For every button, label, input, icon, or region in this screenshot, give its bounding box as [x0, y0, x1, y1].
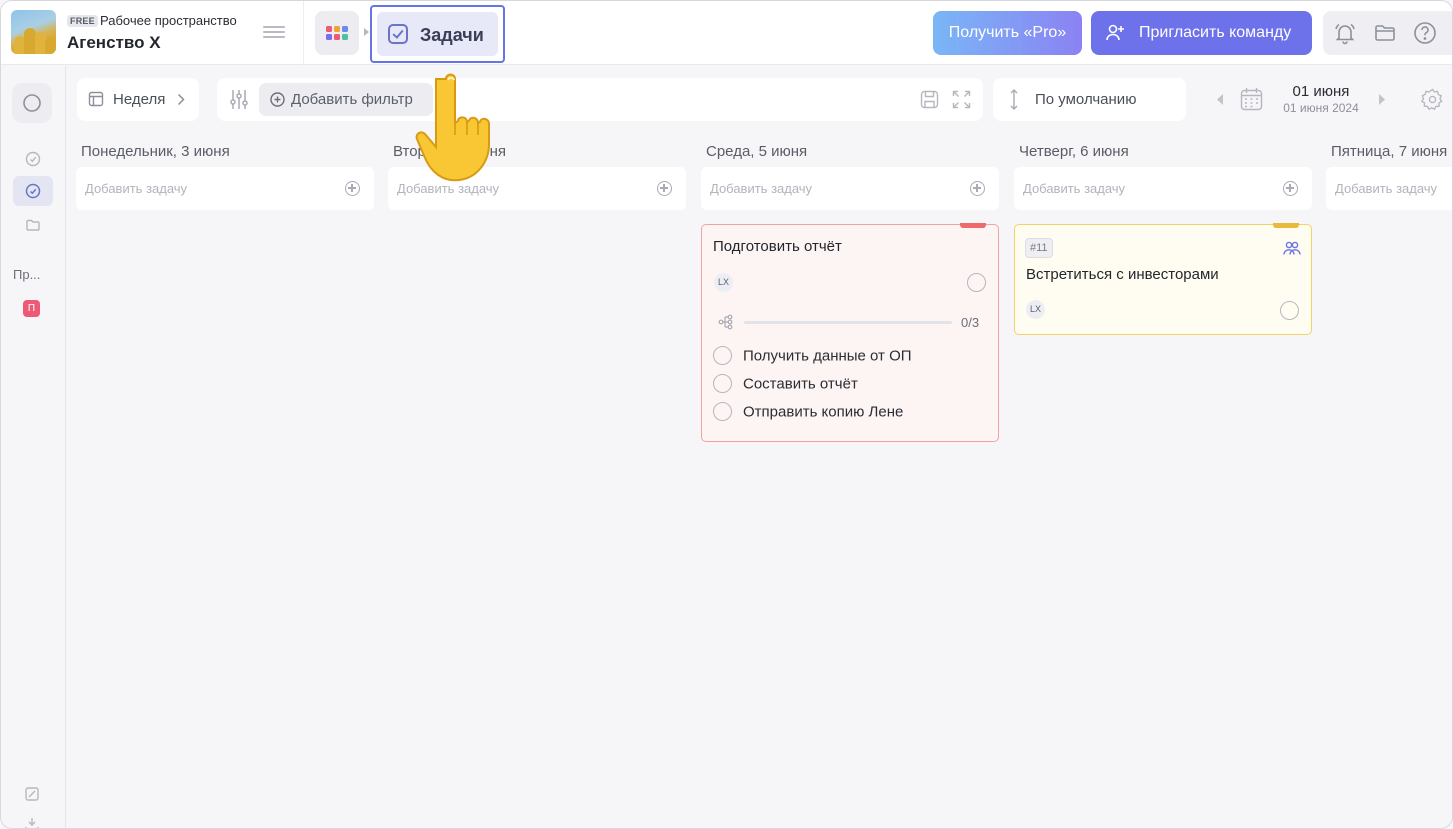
- save-icon[interactable]: [920, 90, 939, 109]
- folder-icon: [26, 219, 40, 231]
- current-date[interactable]: 01 июня: [1261, 83, 1381, 100]
- workspace-name[interactable]: Агенство Х: [67, 33, 161, 53]
- next-date-icon[interactable]: [1378, 94, 1385, 105]
- expand-icon[interactable]: [952, 90, 971, 109]
- plus-circle-icon: [270, 92, 285, 107]
- filter-bar: Добавить фильтр: [217, 78, 983, 121]
- subtask-item[interactable]: Отправить копию Лене: [713, 402, 904, 422]
- column-title-monday: Понедельник, 3 июня: [81, 143, 230, 160]
- subtask-label: Получить данные от ОП: [743, 347, 912, 365]
- left-sidebar: Пр... П: [1, 66, 66, 829]
- sort-arrows-icon: [1010, 89, 1018, 110]
- header-icons: [1323, 11, 1452, 55]
- calendar-icon[interactable]: [1240, 87, 1263, 111]
- sliders-icon[interactable]: [229, 89, 249, 110]
- sidebar-project-badge[interactable]: П: [23, 300, 40, 317]
- task-number-tag: #11: [1025, 238, 1053, 258]
- sidebar-section-projects[interactable]: Пр...: [13, 267, 40, 282]
- complete-task-checkbox[interactable]: [1280, 301, 1299, 320]
- add-task-wednesday[interactable]: Добавить задачу: [701, 167, 999, 210]
- invite-team-label: Пригласить команду: [1139, 24, 1292, 41]
- workspace-label: Рабочее пространство: [100, 13, 237, 28]
- task-card-investors[interactable]: #11 Встретиться с инвесторами LX: [1014, 223, 1312, 335]
- gear-icon[interactable]: [1421, 88, 1444, 111]
- notes-icon[interactable]: [24, 786, 40, 802]
- subtask-checkbox[interactable]: [713, 374, 732, 393]
- check-circle-icon: [25, 151, 41, 167]
- subtask-checkbox[interactable]: [713, 402, 732, 421]
- menu-icon[interactable]: [263, 23, 285, 43]
- apps-grid-icon: [326, 26, 348, 40]
- priority-flag: [1273, 223, 1299, 228]
- current-date-full: 01 июня 2024: [1283, 101, 1359, 115]
- add-task-placeholder: Добавить задачу: [710, 181, 813, 196]
- add-task-thursday[interactable]: Добавить задачу: [1014, 167, 1312, 210]
- help-icon[interactable]: [1413, 21, 1437, 45]
- sidebar-item-done[interactable]: [13, 144, 53, 174]
- bell-icon[interactable]: [1333, 21, 1357, 45]
- prev-date-icon[interactable]: [1217, 94, 1224, 105]
- add-task-placeholder: Добавить задачу: [1023, 181, 1126, 196]
- check-square-icon: [388, 24, 408, 44]
- tab-tasks-bg: Задачи: [377, 12, 498, 56]
- add-task-monday[interactable]: Добавить задачу: [76, 167, 374, 210]
- column-title-thursday: Четверг, 6 июня: [1019, 143, 1129, 160]
- subtasks-icon: [718, 314, 733, 330]
- search-icon: [23, 94, 41, 112]
- sidebar-item-tasks[interactable]: [13, 176, 53, 206]
- pointing-hand-icon: [415, 73, 490, 182]
- subtask-item[interactable]: Получить данные от ОП: [713, 346, 912, 366]
- get-pro-button[interactable]: Получить «Pro»: [933, 11, 1082, 55]
- download-icon[interactable]: [24, 818, 40, 829]
- sort-selector[interactable]: По умолчанию: [993, 78, 1186, 121]
- get-pro-label: Получить «Pro»: [948, 24, 1067, 41]
- assignee-avatar[interactable]: LX: [1026, 300, 1045, 319]
- view-selector[interactable]: Неделя: [77, 78, 199, 121]
- workspace-avatar[interactable]: [11, 10, 56, 54]
- sidebar-item-files[interactable]: [13, 210, 53, 240]
- add-filter-label: Добавить фильтр: [291, 91, 413, 108]
- complete-task-checkbox[interactable]: [967, 273, 986, 292]
- subtask-label: Составить отчёт: [743, 375, 858, 393]
- subtask-item[interactable]: Составить отчёт: [713, 374, 858, 394]
- add-task-placeholder: Добавить задачу: [1335, 181, 1438, 196]
- tasks-icon: [25, 183, 41, 199]
- add-task-friday[interactable]: Добавить задачу: [1326, 167, 1452, 210]
- priority-flag: [960, 223, 986, 228]
- apps-button[interactable]: [315, 11, 359, 55]
- view-selector-label: Неделя: [113, 91, 166, 108]
- task-card-report[interactable]: Подготовить отчёт LX 0/3 Получить данные…: [701, 223, 999, 442]
- add-filter-button[interactable]: Добавить фильтр: [259, 83, 433, 116]
- folder-icon[interactable]: [1373, 21, 1397, 45]
- sort-selector-label: По умолчанию: [1035, 91, 1137, 108]
- tab-tasks[interactable]: Задачи: [370, 5, 505, 63]
- plus-circle-icon[interactable]: [657, 181, 672, 196]
- subtask-label: Отправить копию Лене: [743, 403, 904, 421]
- invite-team-button[interactable]: Пригласить команду: [1091, 11, 1312, 55]
- breadcrumb-arrow-icon: [364, 28, 369, 36]
- divider: [303, 1, 304, 65]
- column-title-wednesday: Среда, 5 июня: [706, 143, 808, 160]
- task-title[interactable]: Встретиться с инвесторами: [1026, 266, 1219, 283]
- plus-circle-icon[interactable]: [970, 181, 985, 196]
- subtasks-progress-bar: [744, 321, 952, 324]
- subtask-checkbox[interactable]: [713, 346, 732, 365]
- user-plus-icon: [1106, 24, 1124, 41]
- app-window: FREE Рабочее пространство Агенство Х Зад…: [0, 0, 1453, 829]
- assignee-avatar[interactable]: LX: [714, 273, 733, 292]
- plus-circle-icon[interactable]: [345, 181, 360, 196]
- table-icon: [88, 91, 104, 107]
- plan-badge: FREE: [67, 15, 98, 27]
- tab-tasks-label: Задачи: [420, 25, 484, 45]
- team-icon: [1283, 241, 1301, 255]
- plus-circle-icon[interactable]: [1283, 181, 1298, 196]
- top-bar: FREE Рабочее пространство Агенство Х Зад…: [1, 1, 1452, 65]
- search-button[interactable]: [12, 83, 52, 123]
- task-title[interactable]: Подготовить отчёт: [713, 238, 842, 255]
- chevron-right-icon: [177, 93, 185, 106]
- add-task-placeholder: Добавить задачу: [85, 181, 188, 196]
- column-title-friday: Пятница, 7 июня: [1331, 143, 1448, 160]
- subtasks-progress-text: 0/3: [961, 315, 980, 330]
